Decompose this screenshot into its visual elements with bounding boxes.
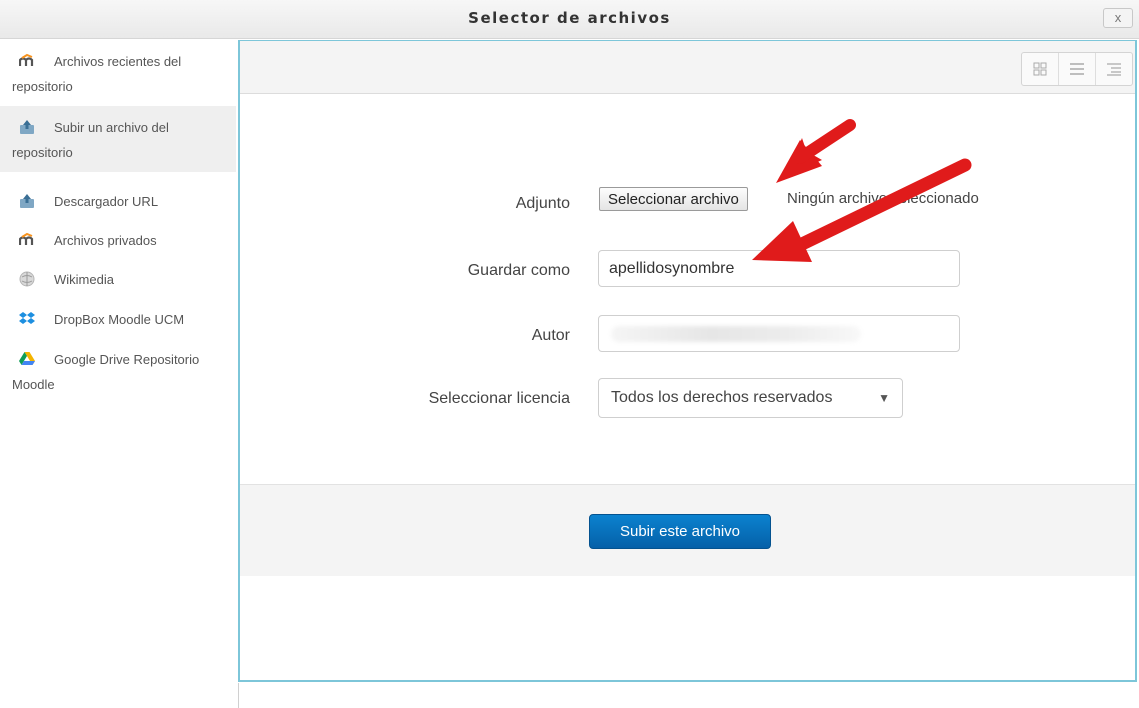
sidebar-item-label: Archivos recientes del repositorio (12, 54, 182, 94)
file-toolbar (240, 41, 1135, 94)
author-label: Autor (531, 327, 570, 344)
tree-view-icon (1107, 63, 1121, 76)
dialog-title: Selector de archivos (468, 9, 671, 27)
author-redacted (611, 326, 861, 342)
grid-view-button[interactable] (1022, 53, 1059, 85)
divider (238, 683, 239, 708)
sidebar-item-label: Archivos privados (54, 233, 157, 248)
attachment-label: Adjunto (515, 195, 570, 212)
view-switcher (1021, 52, 1133, 86)
sidebar-item-recent[interactable]: Archivos recientes del repositorio (0, 40, 236, 104)
list-view-button[interactable] (1059, 53, 1096, 85)
list-view-icon (1070, 63, 1084, 75)
sidebar-item-label: Google Drive Repositorio Moodle (12, 352, 200, 392)
sidebar-item-private[interactable]: Archivos privados (0, 219, 236, 255)
author-input[interactable] (598, 315, 960, 352)
dialog-titlebar: Selector de archivos x (0, 0, 1139, 39)
form-footer: Subir este archivo (240, 484, 1135, 576)
sidebar-item-label: Wikimedia (54, 272, 114, 287)
choose-file-button[interactable]: Seleccionar archivo (599, 187, 748, 211)
sidebar-item-label: Subir un archivo del repositorio (12, 120, 169, 160)
license-selected-value: Todos los derechos reservados (611, 389, 833, 406)
license-label: Seleccionar licencia (428, 390, 570, 407)
save-as-input[interactable]: apellidosynombre (598, 250, 960, 287)
sidebar-item-dropbox[interactable]: DropBox Moodle UCM (0, 298, 236, 334)
file-status-text: Ningún archivo seleccionado (787, 190, 979, 207)
sidebar-item-label: Descargador URL (54, 194, 159, 209)
sidebar-item-wikimedia[interactable]: Wikimedia (0, 258, 236, 294)
close-button[interactable]: x (1103, 8, 1133, 28)
tree-view-button[interactable] (1096, 53, 1132, 85)
sidebar-item-google-drive[interactable]: Google Drive Repositorio Moodle (0, 338, 236, 400)
chevron-down-icon: ▼ (878, 391, 890, 405)
repository-sidebar: Archivos recientes del repositorio Subir… (0, 40, 236, 708)
sidebar-item-url[interactable]: Descargador URL (0, 180, 236, 216)
save-as-label: Guardar como (467, 262, 570, 279)
sidebar-item-label: DropBox Moodle UCM (54, 312, 185, 327)
upload-file-button[interactable]: Subir este archivo (589, 514, 771, 549)
grid-view-icon (1033, 62, 1047, 76)
upload-panel: Adjunto Seleccionar archivo Ningún archi… (238, 40, 1137, 682)
sidebar-item-upload[interactable]: Subir un archivo del repositorio (0, 106, 236, 172)
license-select[interactable]: Todos los derechos reservados ▼ (598, 378, 903, 418)
